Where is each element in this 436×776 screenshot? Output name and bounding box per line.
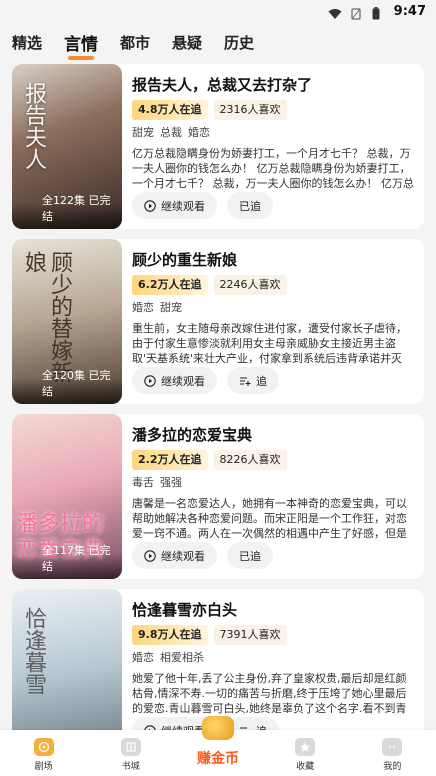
cover-title-art: 报告夫人	[21, 82, 46, 170]
drama-card[interactable]: 报告夫人 全122集 已完结 报告夫人，总裁又去打杂了 4.8万人在追 2316…	[12, 64, 424, 229]
tag: 婚恋	[132, 301, 154, 314]
drama-list: 报告夫人 全122集 已完结 报告夫人，总裁又去打杂了 4.8万人在追 2316…	[12, 64, 424, 764]
drama-stats: 9.8万人在追 7391人喜欢	[132, 625, 414, 645]
tag: 强强	[160, 476, 182, 489]
continue-watching-button[interactable]: 继续观看	[132, 542, 217, 569]
category-tabs: 精选 言情 都市 悬疑 历史	[0, 22, 436, 62]
drama-card[interactable]: 顾少的替嫁新娘 全120集 已完结 顾少的重生新娘 6.2万人在追 2246人喜…	[12, 239, 424, 404]
likes-count-badge: 7391人喜欢	[213, 625, 287, 645]
tag: 婚恋	[188, 126, 210, 139]
watching-count-badge: 9.8万人在追	[132, 625, 208, 645]
continue-watching-label: 继续观看	[161, 374, 205, 388]
tag: 相爱相杀	[160, 651, 204, 664]
followed-button[interactable]: 已追	[227, 192, 273, 219]
tag: 甜宠	[132, 126, 154, 139]
drama-title[interactable]: 报告夫人，总裁又去打杂了	[132, 74, 414, 96]
followed-label: 已追	[239, 199, 261, 213]
drama-info: 顾少的重生新娘 6.2万人在追 2246人喜欢 婚恋 甜宠 重生前，女主随母亲改…	[122, 239, 424, 404]
drama-description: 唐馨是一名恋爱达人，她拥有一本神奇的恋爱宝典，可以帮助她解决各种恋爱问题。而宋正…	[132, 497, 407, 540]
continue-watching-label: 继续观看	[161, 199, 205, 213]
continue-watching-button[interactable]: 继续观看	[132, 367, 217, 394]
theater-icon	[33, 738, 54, 756]
episode-count: 全117集 已完结	[12, 544, 122, 579]
book-icon	[120, 738, 141, 756]
drama-cover[interactable]: 报告夫人 全122集 已完结	[12, 64, 122, 229]
drama-cover[interactable]: 顾少的替嫁新娘 全120集 已完结	[12, 239, 122, 404]
drama-title[interactable]: 顾少的重生新娘	[132, 249, 414, 271]
nav-earn-coins[interactable]: 赚金币	[188, 716, 248, 772]
follow-label: 追	[256, 374, 267, 388]
drama-info: 报告夫人，总裁又去打杂了 4.8万人在追 2316人喜欢 甜宠 总裁 婚恋 亿万…	[122, 64, 424, 229]
nav-theater[interactable]: 剧场	[14, 738, 74, 772]
nav-bookstore-label: 书城	[121, 762, 140, 772]
tag: 甜宠	[160, 301, 182, 314]
likes-count-badge: 2246人喜欢	[213, 275, 287, 295]
drama-actions: 继续观看 已追	[132, 542, 273, 569]
episode-count: 全122集 已完结	[12, 194, 122, 229]
tag: 婚恋	[132, 651, 154, 664]
add-list-icon	[240, 376, 251, 386]
continue-watching-button[interactable]: 继续观看	[132, 192, 217, 219]
drama-cover[interactable]: 潘多拉的恋爱宝典 全117集 已完结	[12, 414, 122, 579]
tab-history[interactable]: 历史	[224, 32, 254, 53]
continue-watching-label: 继续观看	[161, 549, 205, 563]
watching-count-badge: 4.8万人在追	[132, 100, 208, 120]
follow-button[interactable]: 追	[227, 367, 279, 394]
tab-romance[interactable]: 言情	[64, 30, 98, 60]
drama-info: 潘多拉的恋爱宝典 2.2万人在追 8226人喜欢 毒舌 强强 唐馨是一名恋爱达人…	[122, 414, 424, 579]
clock: 9:47	[393, 3, 426, 19]
drama-title[interactable]: 恰逢暮雪亦白头	[132, 599, 414, 621]
nav-mine[interactable]: 我的	[362, 738, 422, 772]
nav-earn-label: 赚金币	[196, 751, 239, 767]
watching-count-badge: 6.2万人在追	[132, 275, 208, 295]
drama-stats: 4.8万人在追 2316人喜欢	[132, 100, 414, 120]
drama-title[interactable]: 潘多拉的恋爱宝典	[132, 424, 414, 446]
episode-count: 全120集 已完结	[12, 369, 122, 404]
battery-icon	[372, 5, 386, 20]
followed-button[interactable]: 已追	[227, 542, 273, 569]
cover-title-art: 恰逢暮雪	[21, 607, 46, 695]
bottom-nav: 剧场 书城 赚金币 收藏 我的	[0, 716, 436, 776]
drama-stats: 6.2万人在追 2246人喜欢	[132, 275, 414, 295]
star-icon	[295, 738, 316, 756]
tab-featured[interactable]: 精选	[12, 32, 42, 53]
drama-tags: 甜宠 总裁 婚恋	[132, 124, 414, 140]
drama-tags: 毒舌 强强	[132, 474, 414, 490]
likes-count-badge: 8226人喜欢	[213, 450, 287, 470]
drama-description: 她爱了他十年,丢了公主身份,弃了皇家权贵,最后却是红颜枯骨,情深不寿.一切的痛苦…	[132, 672, 407, 715]
tag: 毒舌	[132, 476, 154, 489]
drama-actions: 继续观看 已追	[132, 192, 273, 219]
nav-theater-label: 剧场	[34, 762, 53, 772]
followed-label: 已追	[239, 549, 261, 563]
drama-description: 亿万总裁隐瞒身份为娇妻打工，一个月才七千？ 总裁，万一夫人圈你的钱怎么办！ 亿万…	[132, 147, 414, 190]
likes-count-badge: 2316人喜欢	[213, 100, 287, 120]
nav-favorites[interactable]: 收藏	[275, 738, 335, 772]
status-bar: 9:47	[0, 0, 436, 22]
nav-mine-label: 我的	[383, 762, 402, 772]
drama-card[interactable]: 潘多拉的恋爱宝典 全117集 已完结 潘多拉的恋爱宝典 2.2万人在追 8226…	[12, 414, 424, 579]
play-circle-icon	[144, 549, 156, 562]
drama-tags: 婚恋 甜宠	[132, 299, 414, 315]
tab-urban[interactable]: 都市	[120, 32, 150, 53]
profile-icon	[382, 738, 403, 756]
tag: 总裁	[160, 126, 182, 139]
nav-favorites-label: 收藏	[296, 762, 315, 772]
drama-stats: 2.2万人在追 8226人喜欢	[132, 450, 414, 470]
drama-actions: 继续观看 追	[132, 367, 279, 394]
watching-count-badge: 2.2万人在追	[132, 450, 208, 470]
drama-tags: 婚恋 相爱相杀	[132, 649, 414, 665]
wifi-icon	[328, 5, 342, 19]
gift-icon	[201, 716, 234, 740]
nav-bookstore[interactable]: 书城	[101, 738, 161, 772]
drama-description: 重生前，女主随母亲改嫁住进付家，遭受付家长子虐待，由于付家生意惨淡就利用女主母亲…	[132, 322, 407, 365]
tab-suspense[interactable]: 悬疑	[172, 32, 202, 53]
play-circle-icon	[144, 374, 156, 387]
sim-icon	[350, 5, 364, 20]
play-circle-icon	[144, 199, 156, 212]
